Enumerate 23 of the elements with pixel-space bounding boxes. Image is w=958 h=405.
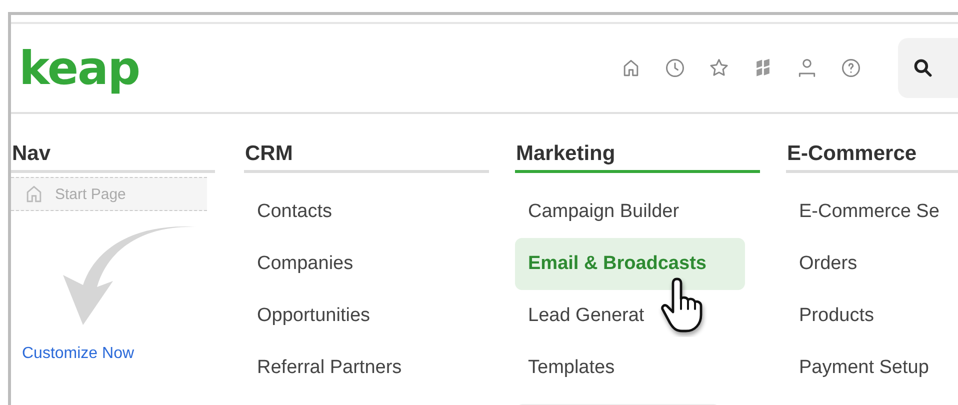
menu-item[interactable]: Payment Setup [786, 342, 958, 394]
column-heading[interactable]: CRM [244, 142, 489, 173]
menu-item[interactable]: Email & Broadcasts [515, 238, 745, 290]
search-field[interactable] [898, 38, 958, 98]
menu-item[interactable]: Lead Generat [515, 290, 745, 342]
menu-item[interactable]: Contacts [244, 186, 474, 238]
menu-item[interactable]: Orders [786, 238, 958, 290]
column-heading: Nav [11, 142, 215, 173]
column-heading[interactable]: E-Commerce [786, 142, 958, 173]
user-icon[interactable] [796, 57, 818, 79]
menu-item[interactable]: Products [786, 290, 958, 342]
menu-item[interactable]: Companies [244, 238, 474, 290]
menu-item[interactable]: E-Commerce Se [786, 186, 958, 238]
help-icon[interactable] [840, 57, 862, 79]
menu-item[interactable]: Opportunities [244, 290, 474, 342]
menu-item[interactable]: Campaign Builder [515, 186, 745, 238]
clock-icon[interactable] [664, 57, 686, 79]
menu-item[interactable]: Referral Partners [244, 342, 474, 394]
menu-item[interactable]: Templates [515, 342, 745, 394]
search-icon [912, 57, 934, 79]
star-icon[interactable] [708, 57, 730, 79]
column-heading[interactable]: Marketing [515, 142, 760, 173]
customize-link[interactable]: Customize Now [22, 345, 134, 363]
